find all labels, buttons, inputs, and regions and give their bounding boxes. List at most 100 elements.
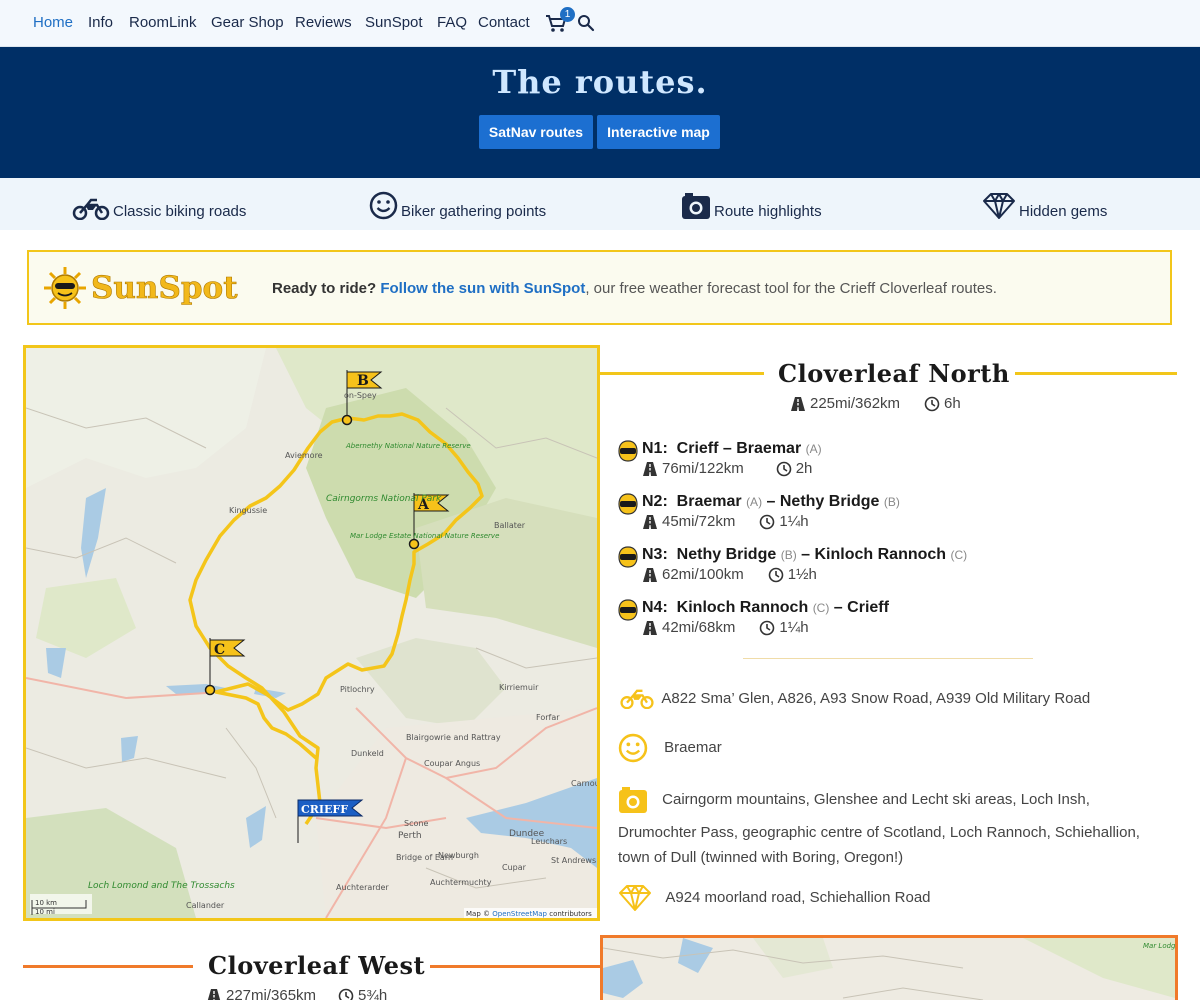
- route-distance: 225mi/362km: [810, 395, 901, 412]
- feature-label: Classic biking roads: [113, 203, 247, 220]
- clock-icon: [760, 514, 775, 529]
- map-canvas: Mar Lodge Estate National Nature Reserve: [603, 938, 1175, 1000]
- clock-icon: [924, 396, 940, 411]
- map-label: Cairngorms National Park: [326, 494, 442, 504]
- nav-gear-shop[interactable]: Gear Shop: [211, 14, 284, 31]
- road-icon: [643, 514, 657, 529]
- helmet-icon: [618, 440, 638, 462]
- map-label: on-Spey: [344, 391, 377, 400]
- helmet-icon: [618, 493, 638, 515]
- title-rule-left: [600, 372, 764, 375]
- cloverleaf-west-map[interactable]: Mar Lodge Estate National Nature Reserve: [600, 935, 1178, 1000]
- nav-info[interactable]: Info: [88, 14, 113, 31]
- gems-row: A924 moorland road, Schiehallion Road: [618, 884, 931, 912]
- title-rule-right: [1015, 372, 1177, 375]
- classic-roads-text: A822 Sma’ Glen, A826, A93 Snow Road, A93…: [661, 690, 1091, 707]
- leg-name: N4: Kinloch Rannoch (C) – Crieff: [642, 599, 889, 616]
- gathering-row: Braemar: [618, 733, 722, 763]
- road-icon: [207, 988, 221, 1000]
- map-label: Dunkeld: [351, 749, 384, 758]
- map-flag-c: C: [214, 642, 225, 658]
- map-label: Callander: [186, 901, 225, 910]
- leg-meta: 42mi/68km 1¼h: [642, 619, 809, 636]
- map-label: Leuchars: [531, 837, 567, 846]
- feature-label: Biker gathering points: [401, 203, 547, 220]
- nav-home[interactable]: Home: [33, 14, 73, 31]
- smiley-icon: [369, 191, 398, 220]
- road-icon: [643, 620, 657, 635]
- cloverleaf-north-map[interactable]: B A C CRIEFF on-Spey Aviemore Kingussie …: [23, 345, 600, 921]
- route-title-north: Cloverleaf North: [778, 359, 1010, 388]
- classic-roads-row: A822 Sma’ Glen, A826, A93 Snow Road, A93…: [618, 686, 1090, 711]
- feature-classic-roads: Classic biking roads: [72, 188, 246, 220]
- map-label: Auchtermuchty: [430, 878, 492, 887]
- helmet-icon: [618, 599, 638, 621]
- route-time: 6h: [944, 395, 961, 412]
- motorbike-icon: [72, 198, 110, 220]
- sunspot-lead: Ready to ride?: [272, 280, 377, 297]
- page-title: The routes.: [492, 63, 708, 101]
- map-scale-km: 10 km: [35, 899, 57, 907]
- clock-icon: [338, 988, 354, 1000]
- sunspot-message: Ready to ride? Follow the sun with SunSp…: [272, 280, 997, 297]
- map-scale-mi: 10 mi: [35, 908, 55, 916]
- leg-meta: 76mi/122km 2h: [642, 460, 812, 477]
- route-title-west: Cloverleaf West: [208, 951, 426, 980]
- highlights-text-1: Cairngorm mountains, Glenshee and Lecht …: [662, 790, 1090, 808]
- nav-sunspot[interactable]: SunSpot: [365, 14, 423, 31]
- top-nav: Home Info RoomLink Gear Shop Reviews Sun…: [0, 0, 1200, 47]
- map-attribution-suffix: contributors: [549, 910, 592, 918]
- sun-logo-icon: [44, 267, 86, 309]
- feature-label: Hidden gems: [1019, 203, 1108, 220]
- map-label: Mar Lodge Estate National Nature Reserve: [350, 532, 499, 540]
- nav-roomlink[interactable]: RoomLink: [129, 14, 197, 31]
- map-label: St Andrews: [551, 856, 596, 865]
- sunspot-link[interactable]: Follow the sun with SunSpot: [380, 280, 585, 297]
- map-label: Carnoustie: [571, 779, 597, 788]
- map-label: Auchterarder: [336, 883, 389, 892]
- map-label: Aviemore: [285, 451, 323, 460]
- map-attribution-prefix: Map ©: [466, 910, 490, 918]
- title-rule-right: [430, 965, 600, 968]
- gathering-text: Braemar: [664, 738, 722, 756]
- helmet-icon: [618, 546, 638, 568]
- map-label: Abernethy National Nature Reserve: [345, 442, 471, 450]
- nav-contact[interactable]: Contact: [478, 14, 530, 31]
- map-flag-crieff: CRIEFF: [301, 803, 348, 816]
- title-rule-left: [23, 965, 193, 968]
- map-label: Bridge of Earn: [396, 853, 453, 862]
- leg-name: N1: Crieff – Braemar (A): [642, 440, 822, 457]
- interactive-map-button[interactable]: Interactive map: [597, 115, 720, 149]
- highlights-row-2: Drumochter Pass, geographic centre of Sc…: [618, 820, 1140, 845]
- motorbike-icon: [620, 689, 654, 710]
- search-icon[interactable]: [577, 14, 595, 32]
- svg-text:Map © OpenStreetMap contributo: Map © OpenStreetMap contributors: [466, 910, 592, 918]
- map-label: Pitlochry: [340, 685, 375, 694]
- clock-icon: [768, 567, 784, 582]
- feature-route-highlights: Route highlights: [681, 188, 822, 220]
- nav-reviews[interactable]: Reviews: [295, 14, 352, 31]
- cart-count-badge: 1: [560, 7, 575, 22]
- camera-icon: [682, 193, 710, 219]
- clock-icon: [776, 461, 792, 476]
- clock-icon: [760, 620, 775, 635]
- satnav-routes-button[interactable]: SatNav routes: [479, 115, 593, 149]
- features-legend: Classic biking roads Biker gathering poi…: [0, 178, 1200, 230]
- gems-text: A924 moorland road, Schiehallion Road: [665, 888, 931, 906]
- nav-faq[interactable]: FAQ: [437, 14, 467, 31]
- leg-meta: 62mi/100km 1½h: [642, 566, 817, 583]
- feature-hidden-gems: Hidden gems: [982, 188, 1107, 220]
- map-label: Forfar: [536, 713, 560, 722]
- section-divider: [743, 658, 1033, 659]
- map-canvas: B A C CRIEFF on-Spey Aviemore Kingussie …: [26, 348, 597, 918]
- route-distance: 227mi/365km: [226, 987, 317, 1000]
- map-label: Mar Lodge Estate National Nature Reserve: [1143, 942, 1175, 950]
- diamond-icon: [983, 193, 1015, 219]
- smiley-icon: [618, 733, 648, 763]
- leg-name: N2: Braemar (A) – Nethy Bridge (B): [642, 493, 900, 510]
- hero-banner: The routes. SatNav routes Interactive ma…: [0, 47, 1200, 178]
- route-summary-west: 227mi/365km 5¾h: [206, 987, 387, 1000]
- map-flag-b: B: [357, 373, 369, 389]
- map-label: Blairgowrie and Rattray: [406, 733, 501, 742]
- map-attribution-link[interactable]: OpenStreetMap: [492, 910, 547, 918]
